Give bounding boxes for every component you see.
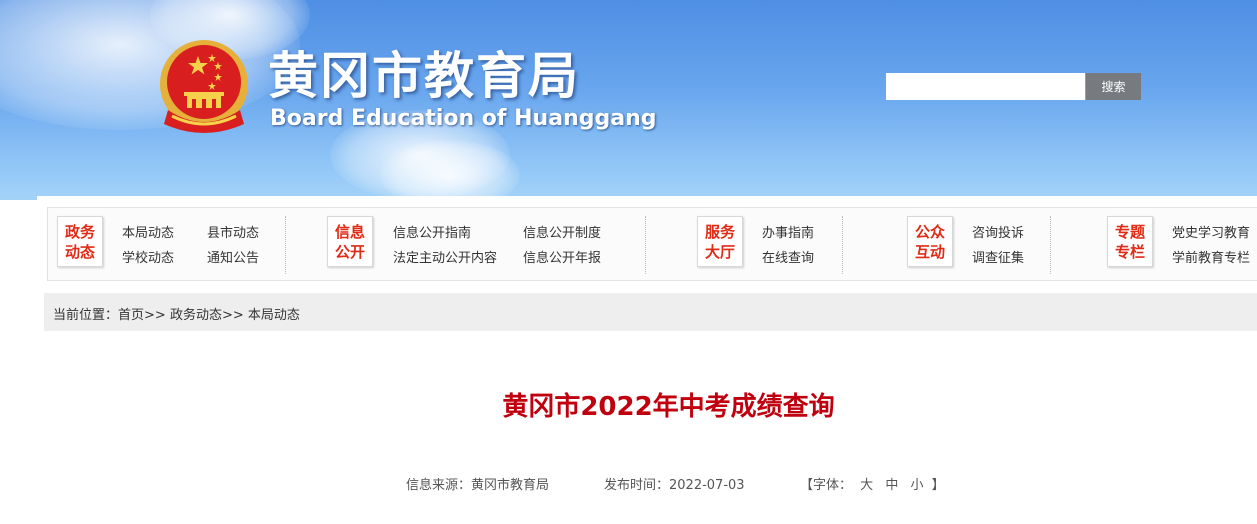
source-label: 信息来源：	[406, 478, 472, 493]
font-size-label: 【字体：	[800, 478, 853, 493]
badge-line: 专栏	[1114, 243, 1145, 261]
search-input[interactable]	[886, 73, 1085, 100]
nav-link-county-news[interactable]: 县市动态	[207, 222, 259, 241]
font-size-small[interactable]: 小	[910, 478, 923, 493]
national-emblem-icon	[160, 40, 248, 133]
badge-line: 信息	[334, 223, 365, 241]
nav-link-preschool[interactable]: 学前教育专栏	[1172, 247, 1250, 266]
nav-link-disclosure-system[interactable]: 信息公开制度	[523, 222, 601, 241]
nav-link-party-history[interactable]: 党史学习教育	[1172, 222, 1250, 241]
date-label: 发布时间：	[604, 478, 670, 493]
nav-divider	[1050, 216, 1051, 274]
breadcrumb-bureau-news[interactable]: 本局动态	[248, 308, 300, 323]
date-value: 2022-07-03	[669, 478, 745, 493]
nav-link-notices[interactable]: 通知公告	[207, 247, 259, 266]
nav-badge-special-topics[interactable]: 专题 专栏	[1107, 216, 1153, 267]
breadcrumb-sep: >>	[221, 308, 244, 323]
nav-badge-info-disclosure[interactable]: 信息 公开	[327, 216, 373, 267]
font-size-close: 】	[931, 478, 945, 493]
nav-link-statutory-disclosure[interactable]: 法定主动公开内容	[393, 247, 497, 266]
badge-line: 公众	[914, 223, 945, 241]
article-title: 黄冈市2022年中考成绩查询	[502, 392, 835, 422]
font-size-medium[interactable]: 中	[885, 478, 898, 493]
nav-bar	[47, 207, 1257, 281]
nav-divider	[645, 216, 646, 274]
site-subtitle: Board Education of Huanggang	[270, 106, 657, 131]
badge-line: 大厅	[704, 243, 735, 261]
badge-line: 服务	[704, 223, 735, 241]
nav-badge-government-news[interactable]: 政务 动态	[57, 216, 103, 267]
nav-divider	[285, 216, 286, 274]
source-value: 黄冈市教育局	[471, 478, 550, 493]
nav-badge-service-hall[interactable]: 服务 大厅	[697, 216, 743, 267]
badge-line: 动态	[64, 243, 95, 261]
header-banner: 黄冈市教育局 Board Education of Huanggang 搜索	[0, 0, 1257, 200]
site-title: 黄冈市教育局	[268, 46, 580, 105]
nav-link-bureau-news[interactable]: 本局动态	[122, 222, 174, 241]
breadcrumb-sep: >>	[144, 308, 166, 323]
article-source: 信息来源：黄冈市教育局	[406, 474, 549, 493]
nav-link-survey[interactable]: 调查征集	[972, 247, 1024, 266]
nav-link-service-guide[interactable]: 办事指南	[762, 222, 814, 241]
font-size-large[interactable]: 大	[860, 478, 873, 493]
badge-line: 专题	[1114, 223, 1145, 241]
badge-line: 公开	[334, 243, 365, 261]
breadcrumb-government-news[interactable]: 政务动态	[170, 308, 222, 323]
article-date: 发布时间：2022-07-03	[604, 474, 745, 493]
badge-line: 政务	[64, 223, 95, 241]
breadcrumb: 当前位置：首页>> 政务动态>> 本局动态	[53, 304, 300, 323]
nav-badge-public-interaction[interactable]: 公众 互动	[907, 216, 953, 267]
nav-link-annual-report[interactable]: 信息公开年报	[523, 247, 601, 266]
nav-link-consult-complaint[interactable]: 咨询投诉	[972, 222, 1024, 241]
search-button[interactable]: 搜索	[1086, 73, 1141, 100]
nav-link-school-news[interactable]: 学校动态	[122, 247, 174, 266]
nav-divider	[842, 216, 843, 274]
nav-link-online-query[interactable]: 在线查询	[762, 247, 814, 266]
breadcrumb-prefix: 当前位置：	[53, 308, 119, 323]
nav-link-disclosure-guide[interactable]: 信息公开指南	[393, 222, 471, 241]
font-size-control: 【字体： 大 中 小 】	[800, 474, 945, 493]
badge-line: 互动	[914, 243, 945, 261]
breadcrumb-home[interactable]: 首页	[118, 308, 144, 323]
